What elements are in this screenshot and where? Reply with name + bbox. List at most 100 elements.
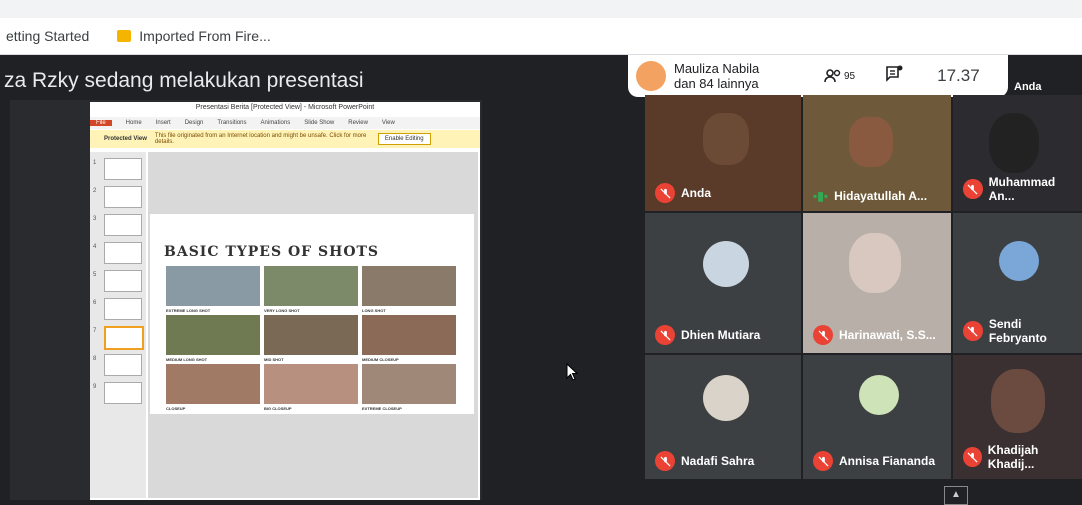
mouse-cursor-icon: [566, 363, 578, 381]
shot-label: MEDIUM CLOSEUP: [362, 357, 399, 362]
protected-view-bar: Protected View This file originated from…: [90, 130, 480, 148]
chat-icon: [886, 65, 903, 82]
mic-off-icon: [813, 325, 833, 345]
participant-name: Nadafi Sahra: [655, 451, 754, 471]
slide-number: 1: [93, 160, 97, 166]
slide-number: 6: [93, 300, 97, 306]
powerpoint-window: Presentasi Berita [Protected View] - Mic…: [90, 102, 480, 500]
folder-icon: [117, 30, 132, 42]
slide-number: 9: [93, 384, 97, 390]
ppt-tab-home[interactable]: Home: [126, 120, 142, 126]
shared-screen: Presentasi Berita [Protected View] - Mic…: [10, 100, 482, 500]
bookmark-label: Imported From Fire...: [139, 28, 271, 44]
slide-thumb[interactable]: [104, 298, 142, 320]
participant-name-text: Annisa Fiananda: [839, 454, 936, 468]
mic-off-icon: [963, 447, 982, 467]
self-view-label: Anda: [1014, 81, 1042, 93]
slide-number: 3: [93, 216, 97, 222]
slide-number: 8: [93, 356, 97, 362]
avatar: [703, 375, 749, 421]
participant-name-text: Sendi Febryanto: [988, 317, 1047, 345]
avatar: [636, 61, 666, 91]
slide-thumb[interactable]: [104, 214, 142, 236]
slide-thumb[interactable]: [104, 382, 142, 404]
slide-heading: BASIC TYPES OF SHOTS: [164, 244, 380, 260]
shot-label: MID SHOT: [264, 357, 284, 362]
current-slide: BASIC TYPES OF SHOTS EXTREME LONG SHOT V…: [150, 214, 474, 414]
ppt-ribbon-tabs: File Home Insert Design Transitions Anim…: [90, 117, 480, 129]
participant-tile[interactable]: Dhien Mutiara: [645, 213, 801, 353]
ppt-tab-file[interactable]: File: [90, 120, 112, 126]
video-face: [991, 369, 1045, 433]
chevron-up-icon: ▲: [951, 489, 961, 500]
participant-tile[interactable]: Sendi Febryanto: [953, 213, 1082, 353]
meet-stage: za Rzky sedang melakukan presentasi Pres…: [0, 55, 1082, 503]
slide-number: 5: [93, 272, 97, 278]
shot-label: LONG SHOT: [362, 308, 386, 313]
participant-tile[interactable]: Annisa Fiananda: [803, 355, 951, 479]
presenter-name: Mauliza Nabila: [674, 61, 760, 76]
participant-tile[interactable]: Harinawati, S.S...: [803, 213, 951, 353]
avatar: [859, 375, 899, 415]
slide-thumb[interactable]: [104, 158, 142, 180]
participants-button[interactable]: 95: [824, 68, 855, 84]
browser-top-strip: [0, 0, 1082, 18]
ppt-window-title: Presentasi Berita [Protected View] - Mic…: [195, 104, 375, 111]
ppt-tab-slideshow[interactable]: Slide Show: [304, 120, 334, 126]
slide-thumb[interactable]: [104, 186, 142, 208]
protected-view-label: Protected View: [104, 136, 147, 142]
participant-name: Anda: [655, 183, 711, 203]
participant-tile[interactable]: ▪▮▪ Hidayatullah A...: [803, 95, 951, 211]
slide-thumb[interactable]: [104, 354, 142, 376]
shot-label: EXTREME CLOSEUP: [362, 406, 402, 411]
slide-thumb-selected[interactable]: [104, 326, 144, 350]
protected-view-text: This file originated from an Internet lo…: [154, 133, 367, 145]
slide-number: 7: [93, 328, 97, 334]
participant-name: Annisa Fiananda: [813, 451, 935, 471]
participant-tile[interactable]: Muhammad An...: [953, 95, 1082, 211]
participant-name-text: Harinawati, S.S...: [839, 328, 936, 342]
participant-name: Khadijah Khadij...: [963, 443, 1082, 471]
bookmark-getting-started[interactable]: etting Started: [6, 28, 89, 44]
slide-thumb[interactable]: [104, 242, 142, 264]
chat-button[interactable]: [885, 65, 903, 88]
participant-name: Dhien Mutiara: [655, 325, 760, 345]
participant-name-text: Muhammad An...: [988, 175, 1056, 203]
slide-canvas: BASIC TYPES OF SHOTS EXTREME LONG SHOT V…: [148, 152, 478, 498]
clock: 17.37: [937, 66, 980, 85]
mic-off-icon: [963, 321, 983, 341]
ppt-tab-design[interactable]: Design: [185, 120, 204, 126]
bookmark-imported[interactable]: Imported From Fire...: [117, 28, 271, 44]
slide-thumb[interactable]: [104, 270, 142, 292]
shot-image: [166, 315, 260, 355]
ppt-tab-insert[interactable]: Insert: [156, 120, 171, 126]
people-icon: [824, 69, 841, 83]
mic-off-icon: [813, 451, 833, 471]
ppt-tab-view[interactable]: View: [382, 120, 395, 126]
shot-image: [264, 364, 358, 404]
participant-tile[interactable]: Khadijah Khadij...: [953, 355, 1082, 479]
ppt-tab-animations[interactable]: Animations: [261, 120, 291, 126]
participant-name-text: Nadafi Sahra: [681, 454, 755, 468]
expand-button[interactable]: ▲: [944, 486, 968, 505]
slide-number: 2: [93, 188, 97, 194]
shot-label: EXTREME LONG SHOT: [166, 308, 211, 313]
participant-name: Muhammad An...: [963, 175, 1082, 203]
shot-image: [264, 315, 358, 355]
ppt-tab-transitions[interactable]: Transitions: [217, 120, 246, 126]
avatar: [703, 241, 749, 287]
video-face: [703, 113, 749, 165]
mic-off-icon: [963, 179, 983, 199]
participant-tile[interactable]: Nadafi Sahra: [645, 355, 801, 479]
bookmarks-bar: etting Started Imported From Fire...: [0, 18, 1082, 55]
mic-off-icon: [655, 451, 675, 471]
enable-editing-button[interactable]: Enable Editing: [377, 133, 431, 145]
shot-image: [362, 266, 456, 306]
ppt-tab-review[interactable]: Review: [348, 120, 368, 126]
presenter-summary[interactable]: Mauliza Nabila dan 84 lainnya: [674, 61, 794, 91]
shot-label: BIG CLOSEUP: [264, 406, 292, 411]
shot-image: [166, 364, 260, 404]
mic-off-icon: [655, 183, 675, 203]
participant-name-text: Anda: [681, 186, 711, 200]
participant-tile-self[interactable]: Anda: [645, 95, 801, 211]
